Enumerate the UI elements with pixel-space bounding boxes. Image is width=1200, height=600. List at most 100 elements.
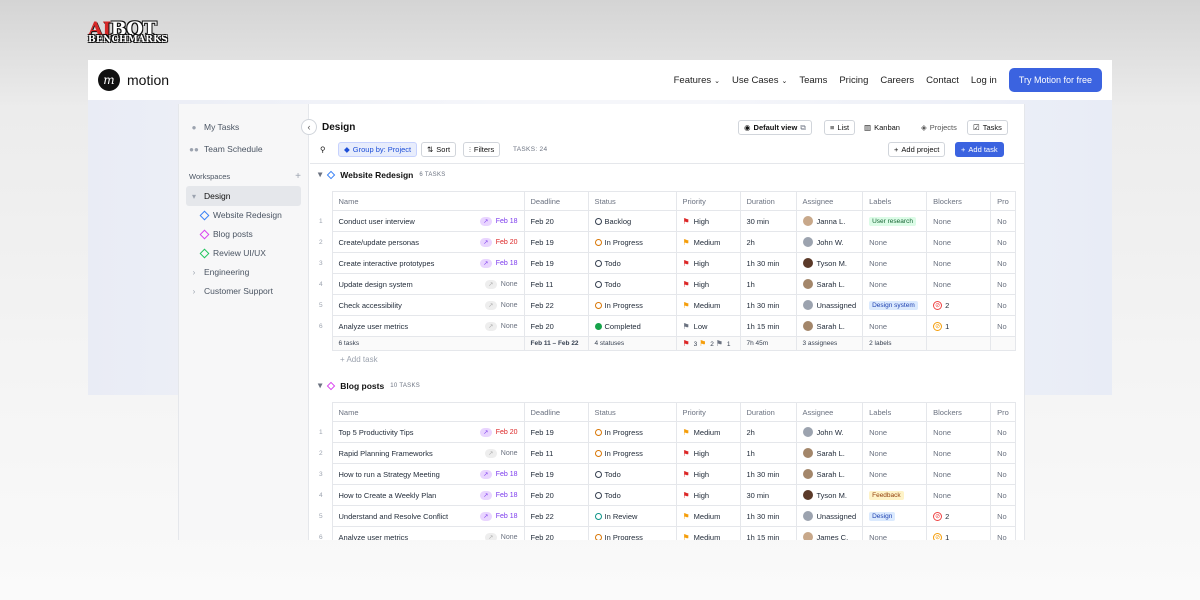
priority-cell[interactable]: ⚑ High — [675, 484, 741, 506]
status-cell[interactable]: Todo — [587, 273, 677, 295]
status-cell[interactable]: Todo — [587, 463, 677, 485]
blockers-cell[interactable]: ⊘ 2 — [926, 294, 992, 316]
duration-cell[interactable]: 1h 30 min — [739, 505, 797, 527]
deadline-cell[interactable]: Feb 11 — [523, 442, 589, 464]
priority-cell[interactable]: ⚑ Medium — [675, 421, 741, 443]
deadline-cell[interactable]: Feb 20 — [523, 526, 589, 540]
sidebar-item-my-tasks[interactable]: ● My Tasks — [189, 122, 240, 132]
priority-cell[interactable]: ⚑ Medium — [675, 505, 741, 527]
deadline-cell[interactable]: Feb 19 — [523, 252, 589, 274]
priority-cell[interactable]: ⚑ High — [675, 273, 741, 295]
nav-link-contact[interactable]: Contact — [926, 75, 959, 86]
table-row[interactable]: 4 How to Create a Weekly Plan ↗ Feb 18 Feb 2… — [310, 484, 1016, 506]
deadline-cell[interactable]: Feb 20 — [523, 210, 589, 232]
column-header-pro[interactable]: Pro — [990, 402, 1016, 422]
duration-cell[interactable]: 1h 30 min — [739, 252, 797, 274]
assignee-cell[interactable]: Sarah L. — [795, 442, 864, 464]
task-name-cell[interactable]: Analyze user metrics ↗ None — [331, 526, 525, 540]
priority-cell[interactable]: ⚑ Medium — [675, 526, 741, 540]
project-cell[interactable]: No — [990, 231, 1016, 253]
labels-cell[interactable]: None — [862, 463, 928, 485]
labels-cell[interactable]: Design — [862, 505, 928, 527]
sort-button[interactable]: ⇅ Sort — [421, 142, 457, 157]
column-header-name[interactable]: Name — [331, 191, 525, 211]
projects-toggle[interactable]: ◈ Projects — [916, 120, 962, 135]
default-view-button[interactable]: ◉ Default view ⧉ — [738, 120, 812, 135]
task-name-cell[interactable]: Understand and Resolve Conflict ↗ Feb 18 — [331, 505, 525, 527]
search-icon[interactable]: ⚲ — [320, 142, 326, 157]
table-row[interactable]: 2 Create/update personas ↗ Feb 20 Feb 19 In P… — [310, 231, 1016, 253]
task-name-cell[interactable]: How to run a Strategy Meeting ↗ Feb 18 — [331, 463, 525, 485]
task-name-cell[interactable]: Analyze user metrics ↗ None — [331, 315, 525, 337]
add-workspace-icon[interactable]: + — [295, 171, 301, 182]
priority-cell[interactable]: ⚑ High — [675, 252, 741, 274]
start-date[interactable]: ↗ None — [484, 321, 518, 331]
priority-cell[interactable]: ⚑ Low — [675, 315, 741, 337]
table-row[interactable]: 2 Rapid Planning Frameworks ↗ None Feb 11 In … — [310, 442, 1016, 464]
nav-link-features[interactable]: Features ⌄ — [674, 75, 720, 86]
project-cell[interactable]: No — [990, 273, 1016, 295]
assignee-cell[interactable]: Sarah L. — [795, 315, 864, 337]
status-cell[interactable]: Backlog — [587, 210, 677, 232]
blockers-cell[interactable]: None — [926, 421, 992, 443]
filters-button[interactable]: ⫶ Filters — [463, 142, 501, 157]
status-cell[interactable]: Todo — [587, 252, 677, 274]
task-name-cell[interactable]: Conduct user interview ↗ Feb 18 — [331, 210, 525, 232]
group-header[interactable]: ▾ Website Redesign 6 TASKS — [318, 169, 446, 180]
project-cell[interactable]: No — [990, 505, 1016, 527]
column-header-pro[interactable]: Pro — [990, 191, 1016, 211]
labels-cell[interactable]: None — [862, 273, 928, 295]
table-row[interactable]: 3 How to run a Strategy Meeting ↗ Feb 18 Feb… — [310, 463, 1016, 485]
blockers-cell[interactable]: ⊘ 1 — [926, 526, 992, 540]
table-row[interactable]: 3 Create interactive prototypes ↗ Feb 18 Feb… — [310, 252, 1016, 274]
priority-cell[interactable]: ⚑ High — [675, 210, 741, 232]
logo-text[interactable]: motion — [127, 72, 169, 88]
blockers-cell[interactable]: None — [926, 231, 992, 253]
duration-cell[interactable]: 2h — [739, 421, 797, 443]
column-header-deadline[interactable]: Deadline — [523, 402, 589, 422]
labels-cell[interactable]: Design system — [862, 294, 928, 316]
start-date[interactable]: ↗ Feb 18 — [479, 258, 518, 268]
assignee-cell[interactable]: John W. — [795, 231, 864, 253]
start-date[interactable]: ↗ Feb 18 — [479, 216, 518, 226]
kanban-view-button[interactable]: ▥ Kanban — [859, 120, 905, 135]
column-header-priority[interactable]: Priority — [675, 191, 741, 211]
column-header-labels[interactable]: Labels — [862, 402, 928, 422]
project-cell[interactable]: No — [990, 315, 1016, 337]
assignee-cell[interactable]: Janna L. — [795, 210, 864, 232]
project-cell[interactable]: No — [990, 252, 1016, 274]
add-task-row[interactable]: + Add task — [340, 355, 378, 364]
status-cell[interactable]: In Progress — [587, 421, 677, 443]
status-cell[interactable]: In Progress — [587, 231, 677, 253]
try-free-button[interactable]: Try Motion for free — [1008, 68, 1102, 92]
nav-link-log-in[interactable]: Log in — [971, 75, 997, 86]
task-name-cell[interactable]: Update design system ↗ None — [331, 273, 525, 295]
table-row[interactable]: 6 Analyze user metrics ↗ None Feb 20 In Progr… — [310, 526, 1016, 540]
column-header-duration[interactable]: Duration — [739, 402, 797, 422]
duration-cell[interactable]: 1h 15 min — [739, 526, 797, 540]
blockers-cell[interactable]: None — [926, 484, 992, 506]
start-date[interactable]: ↗ None — [484, 532, 518, 540]
project-cell[interactable]: No — [990, 210, 1016, 232]
column-header-status[interactable]: Status — [587, 402, 677, 422]
project-cell[interactable]: No — [990, 463, 1016, 485]
group-header[interactable]: ▾ Blog posts 10 TASKS — [318, 380, 420, 391]
table-row[interactable]: 5 Understand and Resolve Conflict ↗ Feb 18 F… — [310, 505, 1016, 527]
nav-link-use-cases[interactable]: Use Cases ⌄ — [732, 75, 787, 86]
priority-cell[interactable]: ⚑ Medium — [675, 231, 741, 253]
assignee-cell[interactable]: Unassigned — [795, 505, 864, 527]
start-date[interactable]: ↗ Feb 20 — [479, 237, 518, 247]
deadline-cell[interactable]: Feb 19 — [523, 231, 589, 253]
column-header-assignee[interactable]: Assignee — [795, 402, 864, 422]
status-cell[interactable]: Completed — [587, 315, 677, 337]
motion-logo-icon[interactable]: m — [98, 69, 120, 91]
duration-cell[interactable]: 1h 30 min — [739, 463, 797, 485]
labels-cell[interactable]: Feedback — [862, 484, 928, 506]
deadline-cell[interactable]: Feb 19 — [523, 421, 589, 443]
assignee-cell[interactable]: Sarah L. — [795, 273, 864, 295]
nav-link-pricing[interactable]: Pricing — [839, 75, 868, 86]
nav-link-careers[interactable]: Careers — [880, 75, 914, 86]
collapse-sidebar-button[interactable]: ‹ — [301, 119, 317, 135]
start-date[interactable]: ↗ None — [484, 279, 518, 289]
start-date[interactable]: ↗ Feb 18 — [479, 469, 518, 479]
